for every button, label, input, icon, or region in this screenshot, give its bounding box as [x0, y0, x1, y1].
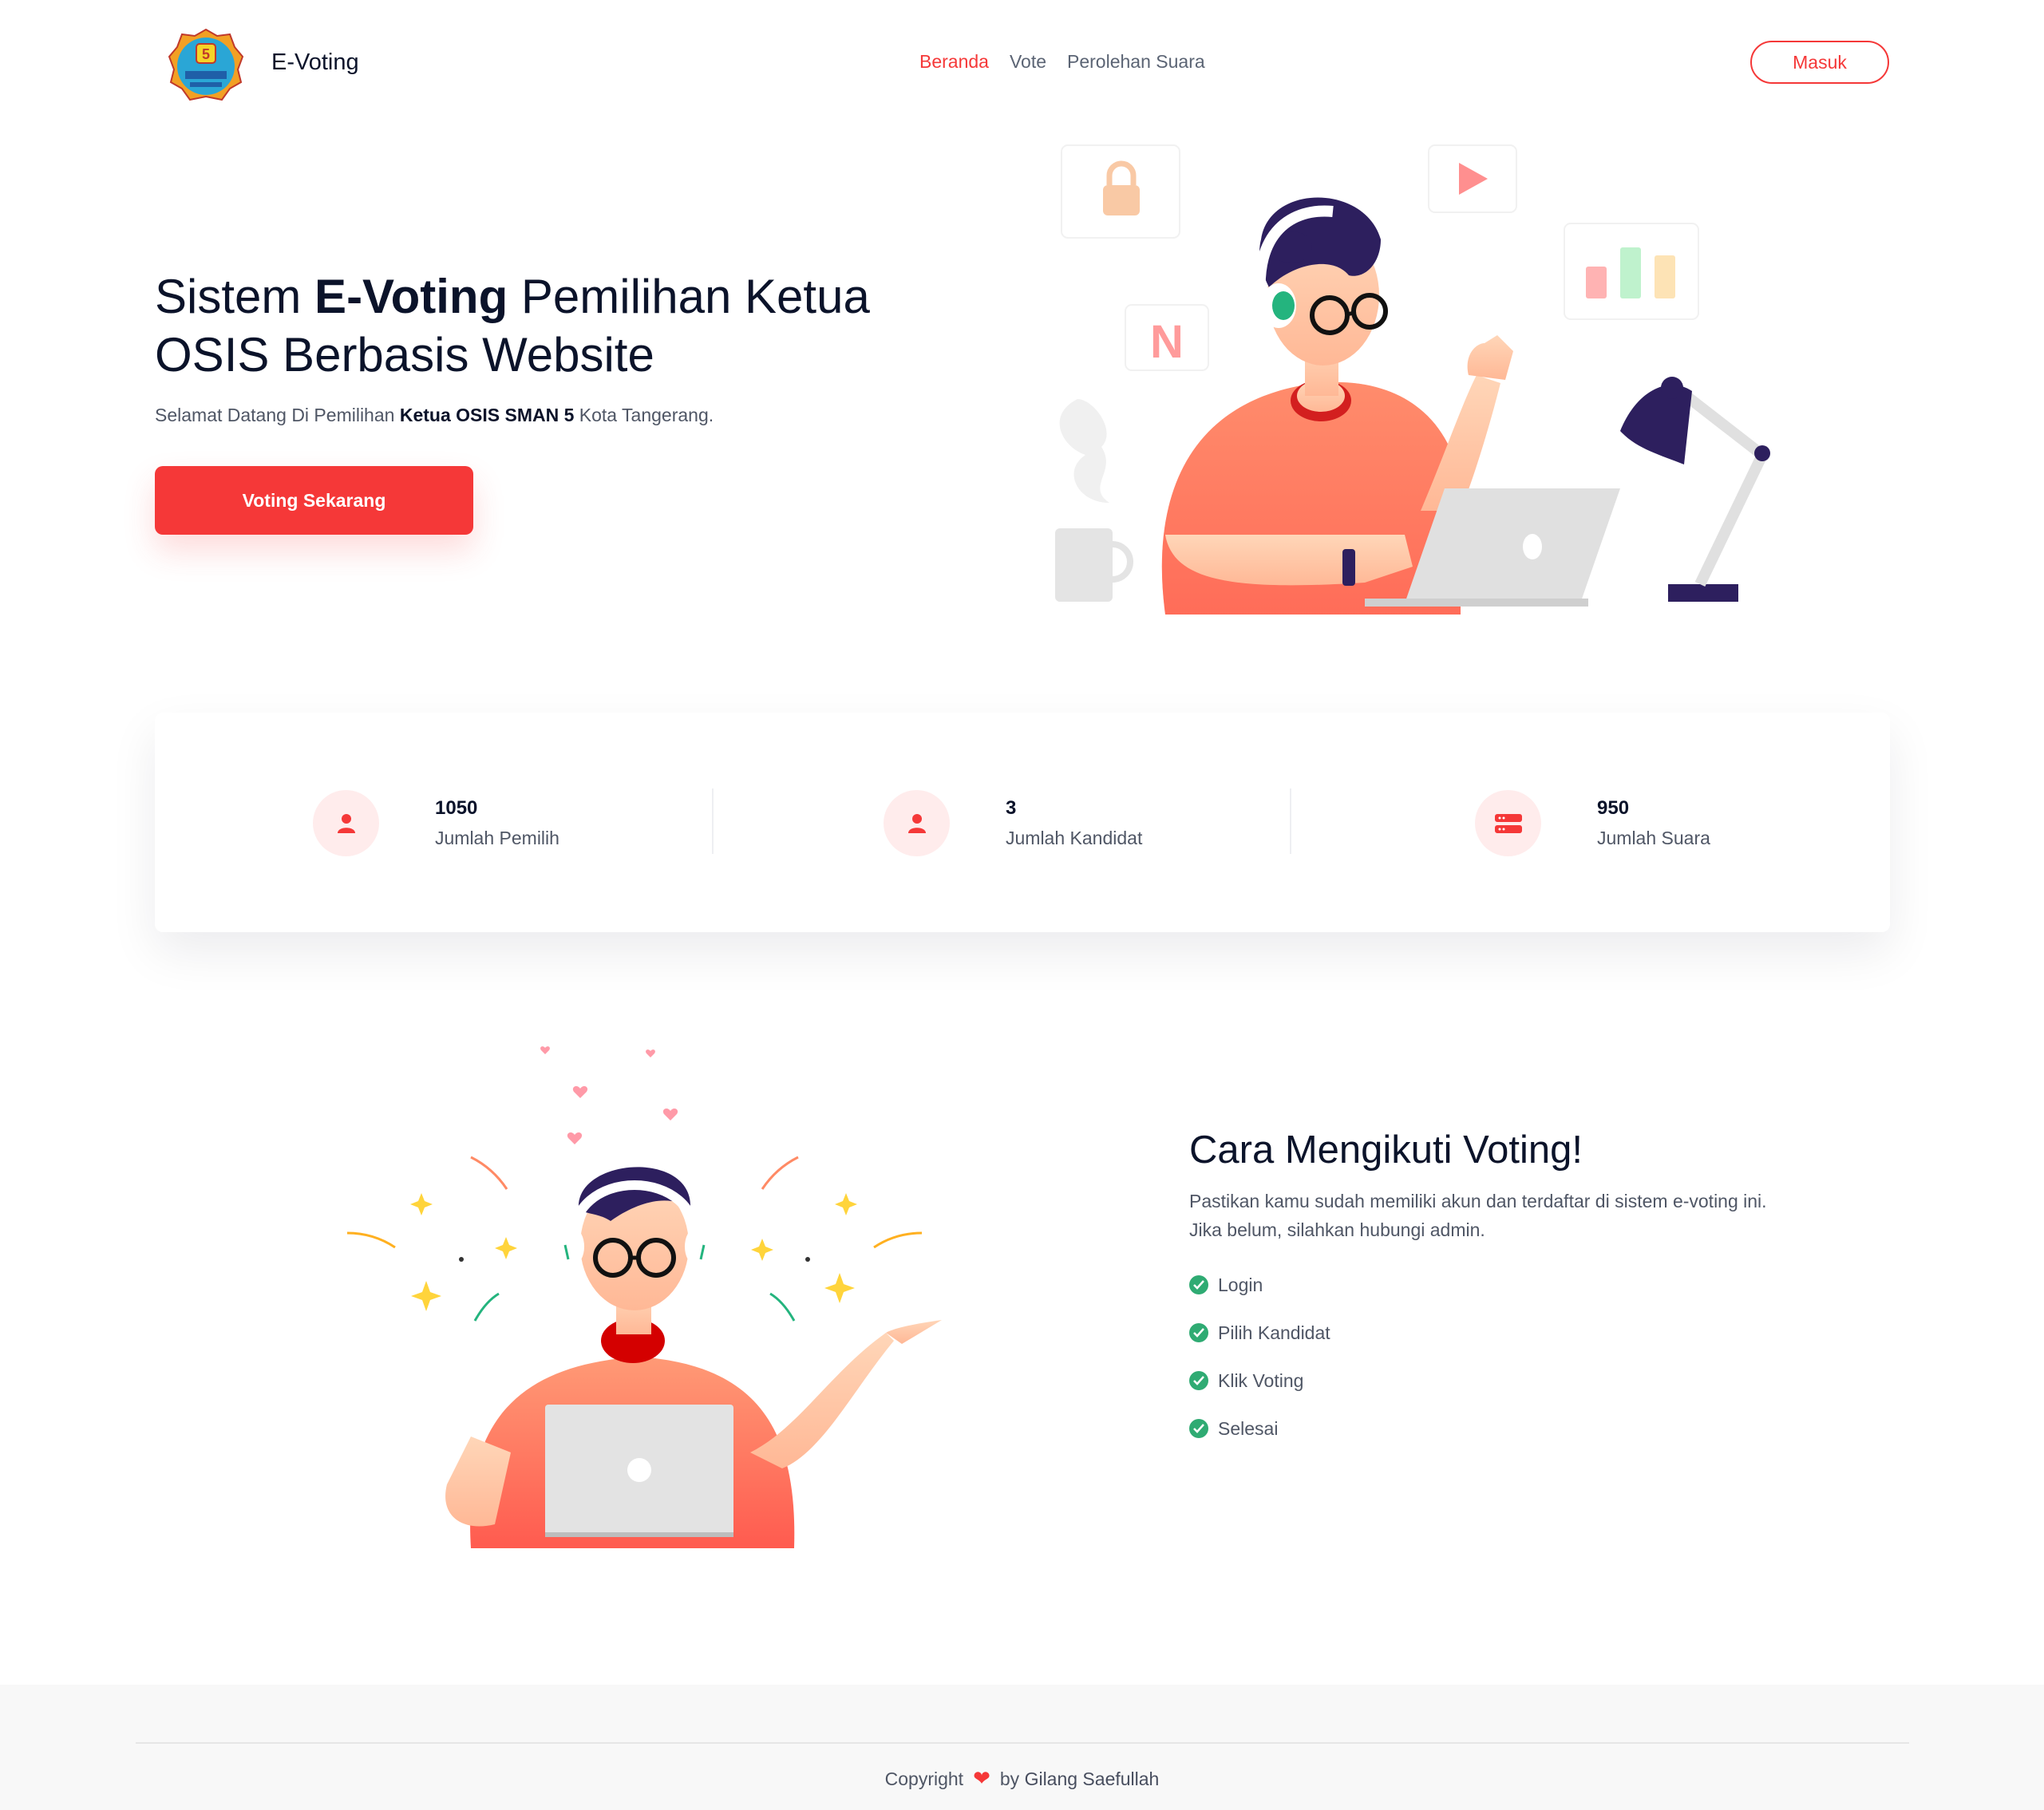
step-label: Login	[1218, 1274, 1263, 1295]
voting-now-button[interactable]: Voting Sekarang	[155, 466, 473, 535]
stat-candidates: 3 Jumlah Kandidat	[884, 790, 1142, 856]
stat-voters-label: Jumlah Pemilih	[435, 828, 559, 848]
netflix-letter: N	[1150, 316, 1184, 368]
server-icon	[1475, 790, 1541, 856]
check-circle-icon	[1189, 1371, 1208, 1390]
stats-divider	[1290, 788, 1291, 854]
stat-voters-value: 1050	[435, 797, 478, 819]
user-icon	[313, 790, 379, 856]
hero-subtitle-bold: Ketua OSIS SMAN 5	[399, 405, 575, 425]
brand-name[interactable]: E-Voting	[271, 49, 359, 76]
main-nav: Beranda Vote Perolehan Suara	[919, 51, 1205, 73]
stat-votes: 950 Jumlah Suara	[1475, 790, 1710, 856]
list-item: Pilih Kandidat	[1189, 1309, 1330, 1357]
stats-card: 1050 Jumlah Pemilih 3 Jumlah Kandidat 95…	[155, 713, 1890, 932]
hero-title-bold: E-Voting	[314, 270, 508, 323]
list-item: Klik Voting	[1189, 1357, 1330, 1405]
footer-copyright: Copyright ❤ by Gilang Saefullah	[0, 1766, 2044, 1791]
stats-divider	[712, 788, 714, 854]
nav-beranda[interactable]: Beranda	[919, 51, 989, 73]
step-label: Selesai	[1218, 1417, 1279, 1439]
hero-subtitle-suffix: Kota Tangerang.	[574, 405, 714, 425]
stat-voters: 1050 Jumlah Pemilih	[313, 790, 559, 856]
hero-illustration: N	[1030, 136, 1796, 615]
login-button[interactable]: Masuk	[1750, 41, 1889, 84]
copyright-label: Copyright	[884, 1769, 964, 1789]
nav-vote[interactable]: Vote	[1010, 51, 1046, 73]
author-name[interactable]: Gilang Saefullah	[1025, 1769, 1160, 1789]
step-label: Pilih Kandidat	[1218, 1322, 1330, 1343]
how-to-title: Cara Mengikuti Voting!	[1189, 1128, 1583, 1172]
stat-candidates-label: Jumlah Kandidat	[1006, 828, 1143, 848]
how-to-desc-line1: Pastikan kamu sudah memiliki akun dan te…	[1189, 1191, 1767, 1211]
hero-title: Sistem E-Voting Pemilihan Ketua OSIS Ber…	[155, 267, 993, 384]
check-circle-icon	[1189, 1419, 1208, 1438]
voting-illustration	[335, 1037, 974, 1548]
footer	[0, 1685, 2044, 1810]
school-logo-icon[interactable]: 5	[166, 26, 246, 106]
check-circle-icon	[1189, 1275, 1208, 1294]
copyright-by: by	[999, 1769, 1020, 1789]
hero-title-prefix: Sistem	[155, 270, 315, 323]
list-item: Selesai	[1189, 1405, 1330, 1452]
user-icon	[884, 790, 950, 856]
check-circle-icon	[1189, 1323, 1208, 1342]
svg-text:5: 5	[202, 46, 210, 62]
stat-votes-label: Jumlah Suara	[1597, 828, 1710, 848]
hero-subtitle-prefix: Selamat Datang Di Pemilihan	[155, 405, 400, 425]
list-item: Login	[1189, 1261, 1330, 1309]
stat-candidates-value: 3	[1006, 797, 1017, 819]
hero-subtitle: Selamat Datang Di Pemilihan Ketua OSIS S…	[155, 405, 714, 426]
stat-votes-value: 950	[1597, 797, 1630, 819]
how-to-desc-line2: Jika belum, silahkan hubungi admin.	[1189, 1219, 1485, 1240]
step-label: Klik Voting	[1218, 1369, 1304, 1391]
footer-divider	[136, 1742, 1909, 1744]
how-to-description: Pastikan kamu sudah memiliki akun dan te…	[1189, 1187, 1868, 1244]
how-to-steps: Login Pilih Kandidat Klik Voting Selesai	[1189, 1261, 1330, 1452]
heart-icon: ❤	[973, 1766, 990, 1790]
nav-perolehan-suara[interactable]: Perolehan Suara	[1067, 51, 1205, 73]
